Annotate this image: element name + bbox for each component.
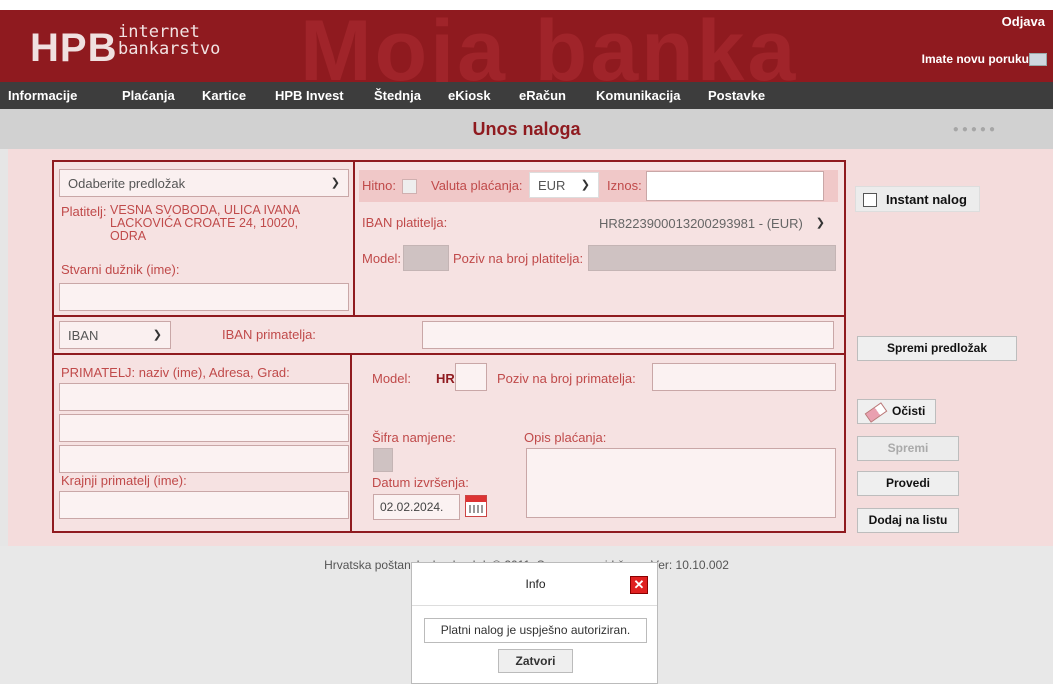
recipient-model-label: Model: xyxy=(372,371,412,386)
template-select[interactable]: Odaberite predložak ❯ xyxy=(59,169,349,197)
page-title: Unos naloga xyxy=(472,119,581,139)
menu-item-ekiosk[interactable]: eKiosk xyxy=(448,88,491,103)
account-type-select[interactable]: IBAN ❯ xyxy=(59,321,171,349)
header: Moja banka HPB internet bankarstvo Odjav… xyxy=(0,10,1053,82)
urgent-label: Hitno: xyxy=(362,178,396,193)
actual-debtor-label: Stvarni dužnik (ime): xyxy=(61,262,180,277)
form-divider-bottom xyxy=(350,355,352,531)
payer-reference-input[interactable] xyxy=(588,245,836,271)
form-divider-top xyxy=(353,162,355,315)
chevron-down-icon: ❯ xyxy=(815,217,825,229)
recipient-name-input[interactable] xyxy=(59,383,349,411)
execute-button[interactable]: Provedi xyxy=(857,471,959,496)
logo-subtitle: internet bankarstvo xyxy=(118,24,220,58)
description-label: Opis plaćanja: xyxy=(524,430,607,445)
template-select-value: Odaberite predložak xyxy=(68,176,186,191)
recipient-reference-input[interactable] xyxy=(652,363,836,391)
payer-value: VESNA SVOBODA, ULICA IVANA LACKOVIĆA CRO… xyxy=(110,204,330,243)
title-bar: Unos naloga ●●●●● xyxy=(0,109,1053,149)
form-divider-horizontal-1 xyxy=(54,315,844,317)
top-strip xyxy=(0,0,1053,10)
menu-item-komunikacija[interactable]: Komunikacija xyxy=(596,88,681,103)
purpose-code-label: Šifra namjene: xyxy=(372,430,456,445)
model-label: Model: xyxy=(362,251,402,266)
main-menu: Informacije Plaćanja Kartice HPB Invest … xyxy=(0,82,1053,109)
dialog-message: Platni nalog je uspješno autoriziran. xyxy=(424,618,647,643)
final-recipient-input[interactable] xyxy=(59,491,349,519)
progress-dots: ●●●●● xyxy=(952,124,998,135)
menu-item-stednja[interactable]: Štednja xyxy=(374,88,421,103)
payer-iban-select[interactable]: HR8223900013200293981 - (EUR) ❯ xyxy=(590,209,834,237)
hpb-logo: HPB xyxy=(30,26,118,70)
amount-input[interactable] xyxy=(646,171,824,201)
amount-label: Iznos: xyxy=(607,178,642,193)
model-input[interactable] xyxy=(403,245,449,271)
save-template-button[interactable]: Spremi predložak xyxy=(857,336,1017,361)
menu-item-informacije[interactable]: Informacije xyxy=(8,88,77,103)
calendar-icon-grid xyxy=(469,505,483,513)
account-type-select-value: IBAN xyxy=(68,328,99,343)
clear-button-label: Očisti xyxy=(892,404,926,418)
add-to-list-button[interactable]: Dodaj na listu xyxy=(857,508,959,533)
instant-order-checkbox[interactable] xyxy=(863,193,877,207)
recipient-city-input[interactable] xyxy=(59,445,349,473)
mail-icon[interactable] xyxy=(1029,53,1047,66)
menu-item-placanja[interactable]: Plaćanja xyxy=(122,88,175,103)
clear-button[interactable]: Očisti xyxy=(857,399,936,424)
menu-item-postavke[interactable]: Postavke xyxy=(708,88,765,103)
currency-label: Valuta plaćanja: xyxy=(431,178,523,193)
recipient-model-input[interactable] xyxy=(455,363,487,391)
payer-reference-label: Poziv na broj platitelja: xyxy=(453,251,584,266)
eraser-icon xyxy=(864,402,888,423)
purpose-code-input[interactable] xyxy=(373,448,393,472)
execution-date-label: Datum izvršenja: xyxy=(372,475,469,490)
info-dialog: Info ✕ Platni nalog je uspješno autorizi… xyxy=(411,562,658,684)
save-button[interactable]: Spremi xyxy=(857,436,959,461)
recipient-iban-input[interactable] xyxy=(422,321,834,349)
actual-debtor-input[interactable] xyxy=(59,283,349,311)
payer-value-text: VESNA SVOBODA, ULICA IVANA LACKOVIĆA CRO… xyxy=(110,203,300,243)
menu-item-eracun[interactable]: eRačun xyxy=(519,88,566,103)
recipient-reference-label: Poziv na broj primatelja: xyxy=(497,371,636,386)
calendar-icon[interactable] xyxy=(465,495,487,517)
payer-iban-select-value: HR8223900013200293981 - (EUR) xyxy=(599,216,803,231)
description-textarea[interactable] xyxy=(526,448,836,518)
header-watermark: Moja banka xyxy=(300,10,799,82)
form-divider-horizontal-2 xyxy=(54,353,844,355)
urgent-checkbox[interactable] xyxy=(402,179,417,194)
dialog-title: Info xyxy=(525,577,546,591)
final-recipient-label: Krajnji primatelj (ime): xyxy=(61,473,187,488)
chevron-down-icon: ❯ xyxy=(330,177,340,189)
instant-order-box[interactable]: Instant nalog xyxy=(855,186,980,212)
chevron-down-icon: ❯ xyxy=(580,179,590,191)
recipient-iban-label: IBAN primatelja: xyxy=(222,327,316,342)
calendar-icon-header xyxy=(466,496,486,502)
instant-order-label: Instant nalog xyxy=(886,192,967,207)
chevron-down-icon: ❯ xyxy=(152,329,162,341)
menu-item-hpb-invest[interactable]: HPB Invest xyxy=(275,88,344,103)
execution-date-value: 02.02.2024. xyxy=(380,500,444,514)
currency-select[interactable]: EUR ❯ xyxy=(529,172,599,198)
close-icon[interactable]: ✕ xyxy=(630,576,648,594)
payer-label: Platitelj: xyxy=(61,204,107,219)
currency-select-value: EUR xyxy=(538,178,566,193)
menu-item-kartice[interactable]: Kartice xyxy=(202,88,246,103)
recipient-label: PRIMATELJ: naziv (ime), Adresa, Grad: xyxy=(61,365,290,380)
new-message-link[interactable]: Imate novu poruku xyxy=(922,52,1029,66)
dialog-separator xyxy=(412,605,657,606)
logo-line-2: bankarstvo xyxy=(118,39,221,59)
recipient-model-prefix: HR xyxy=(436,371,455,386)
execution-date-input[interactable]: 02.02.2024. xyxy=(373,494,460,520)
logout-link[interactable]: Odjava xyxy=(1002,14,1045,29)
dialog-close-button[interactable]: Zatvori xyxy=(498,649,573,673)
payer-iban-label: IBAN platitelja: xyxy=(362,215,448,230)
recipient-address-input[interactable] xyxy=(59,414,349,442)
